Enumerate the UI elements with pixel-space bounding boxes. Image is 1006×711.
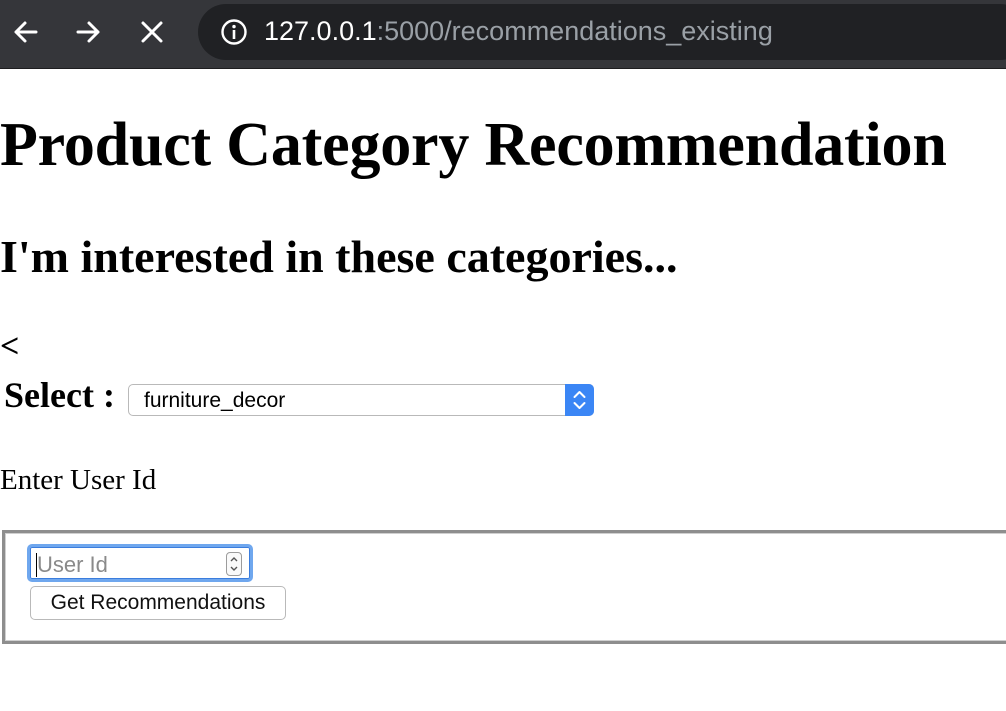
address-bar[interactable]: 127.0.0.1:5000/recommendations_existing xyxy=(198,4,1006,60)
url-path: :5000/recommendations_existing xyxy=(376,16,773,46)
page-title: Product Category Recommendation xyxy=(0,111,947,179)
url-host: 127.0.0.1 xyxy=(264,16,377,46)
number-spinner[interactable] xyxy=(226,552,242,576)
info-icon[interactable] xyxy=(220,18,248,46)
user-id-input[interactable]: User Id xyxy=(27,544,253,582)
back-arrow-icon[interactable] xyxy=(8,14,44,50)
browser-toolbar: 127.0.0.1:5000/recommendations_existing xyxy=(0,0,1006,69)
page-subtitle: I'm interested in these categories... xyxy=(0,231,678,282)
user-id-label: Enter User Id xyxy=(0,464,157,496)
forward-arrow-icon[interactable] xyxy=(70,14,106,50)
user-id-placeholder: User Id xyxy=(37,552,108,577)
stray-character: < xyxy=(0,328,20,365)
url-text: 127.0.0.1:5000/recommendations_existing xyxy=(264,16,773,47)
select-value: furniture_decor xyxy=(144,389,286,412)
close-icon[interactable] xyxy=(134,14,170,50)
select-label: Select : xyxy=(4,375,115,415)
chevron-updown-icon[interactable] xyxy=(565,384,594,416)
get-recommendations-button[interactable]: Get Recommendations xyxy=(30,586,286,620)
category-select[interactable]: furniture_decor xyxy=(128,384,594,416)
